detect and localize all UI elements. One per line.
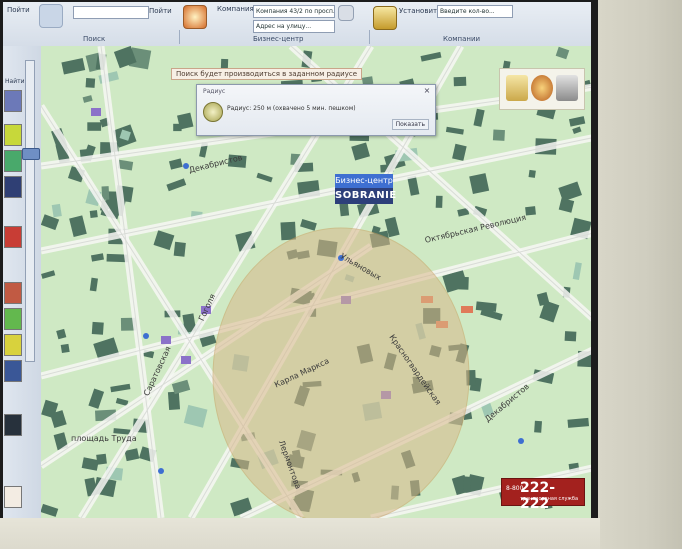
company-combo[interactable]: Компания 43/2 по просп. <box>253 5 335 18</box>
ribbon-label-tab: Пойти <box>149 7 172 15</box>
address-combo[interactable]: Адрес на улицу... <box>253 20 335 33</box>
layer-swatch-light[interactable] <box>4 486 22 508</box>
show-button[interactable]: Показать <box>391 119 429 130</box>
layer-swatch-lime[interactable] <box>4 308 22 330</box>
highlight-building <box>161 336 171 344</box>
highlight-building <box>181 356 191 364</box>
combo1-label: Компания <box>217 5 254 13</box>
group-caption-companies: Компании <box>443 35 481 43</box>
ribbon-separator <box>179 30 180 44</box>
zoom-thumb[interactable] <box>22 148 40 160</box>
building <box>462 476 472 494</box>
highlight-building <box>91 108 101 116</box>
room-wall <box>598 0 682 549</box>
zoom-slider[interactable] <box>22 60 40 362</box>
building <box>173 241 186 257</box>
business-center-marker[interactable]: Бизнес-центр SOBRANIE <box>335 174 396 212</box>
building <box>528 169 536 178</box>
ribbon-tab-label[interactable]: Пойти <box>7 6 30 14</box>
layer-swatch-green[interactable] <box>4 150 22 172</box>
city-map[interactable]: Декабристов Октябрьская Революция Ульяновы… <box>41 46 591 518</box>
building <box>60 343 70 354</box>
building <box>167 391 181 410</box>
ad-caption: транспортная служба <box>520 496 579 502</box>
search-company-icon[interactable] <box>183 5 207 29</box>
install-button[interactable]: Установить <box>399 7 441 15</box>
close-icon[interactable]: × <box>423 87 431 95</box>
building <box>525 206 536 216</box>
highlight-building <box>461 306 473 313</box>
phone-advert[interactable]: 8-800 222-222 транспортная служба <box>501 478 585 512</box>
ribbon-separator <box>369 30 370 44</box>
group-caption-search: Поиск <box>83 35 106 43</box>
layer-swatch-navy[interactable] <box>4 176 22 198</box>
layer-swatch-gold[interactable] <box>4 334 22 356</box>
layer-swatch-steel[interactable] <box>4 360 22 382</box>
layer-swatch-dark[interactable] <box>4 414 22 436</box>
layer-swatch-yellow[interactable] <box>4 124 22 146</box>
radius-popup: Радиус × Радиус: 250 м (охвачено 5 мин. … <box>196 84 436 136</box>
ribbon-small-button[interactable] <box>338 5 354 21</box>
street-label: площадь Труда <box>71 434 137 443</box>
building <box>87 122 102 131</box>
projected-screen: Пойти Пойти Компания Компания 43/2 по пр… <box>3 2 591 518</box>
right-tool-panel <box>499 68 585 110</box>
map-point-icon <box>518 438 524 444</box>
layer-swatch-red[interactable] <box>4 226 22 248</box>
bus-icon[interactable] <box>373 6 397 30</box>
marker-name: SOBRANIE <box>335 188 396 204</box>
search-hint: Поиск будет производиться в заданном рад… <box>171 68 363 80</box>
folder-icon[interactable] <box>506 75 528 101</box>
left-toolbar: Найти <box>3 46 42 518</box>
building <box>534 420 542 433</box>
layer-swatch-brick[interactable] <box>4 282 22 304</box>
building <box>492 129 505 141</box>
count-combo[interactable]: Введите кол-во... <box>437 5 513 18</box>
building <box>453 76 467 87</box>
building <box>89 210 98 218</box>
map-point-icon <box>143 333 149 339</box>
find-label[interactable]: Найти <box>5 78 24 85</box>
group-caption-business: Бизнес-центр <box>253 35 304 43</box>
building <box>435 195 443 208</box>
building <box>85 78 96 88</box>
ribbon-toolbar: Пойти Пойти Компания Компания 43/2 по пр… <box>3 2 591 47</box>
search-radius-circle <box>212 227 470 518</box>
building <box>564 331 577 342</box>
building <box>96 453 107 465</box>
popup-text: Радиус: 250 м (охвачено 5 мин. пешком) <box>227 105 356 112</box>
popup-title: Радиус <box>203 88 226 95</box>
marker-caption: Бизнес-центр <box>335 174 393 188</box>
map-point-icon <box>158 468 164 474</box>
app-icon[interactable] <box>39 4 63 28</box>
tower-icon[interactable] <box>556 75 578 101</box>
building <box>91 321 104 335</box>
room-floor <box>0 518 600 549</box>
emblem-icon[interactable] <box>531 75 553 101</box>
building <box>280 221 296 241</box>
ribbon-combo-first[interactable] <box>73 6 149 19</box>
layer-swatch-blue[interactable] <box>4 90 22 112</box>
radius-icon <box>203 102 223 122</box>
